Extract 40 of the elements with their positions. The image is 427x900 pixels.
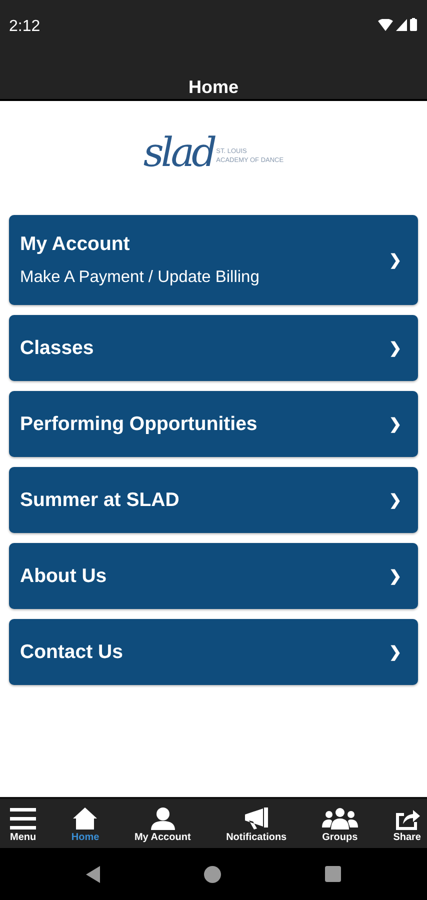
menu-card[interactable]: Contact Us ❯ [9, 619, 418, 685]
card-subtitle: Make A Payment / Update Billing [20, 268, 260, 287]
nav-tab[interactable]: Menu [10, 807, 36, 848]
chevron-icon: ❯ [389, 567, 402, 585]
menu-card[interactable]: My Account Make A Payment / Update Billing ❯ [9, 215, 418, 305]
house-icon [73, 807, 98, 830]
wifi-icon [378, 18, 393, 30]
menu-card[interactable]: Classes ❯ [9, 315, 418, 381]
share-icon [394, 807, 420, 830]
megaphone-icon [244, 807, 268, 830]
chevron-icon: ❯ [389, 415, 402, 433]
chevron-icon: ❯ [389, 643, 402, 661]
group-icon [322, 807, 358, 830]
card-title: Classes [20, 336, 94, 360]
card-title: Performing Opportunities [20, 412, 258, 436]
menu-card[interactable]: Performing Opportunities ❯ [9, 391, 418, 457]
chevron-icon: ❯ [389, 491, 402, 509]
menu-card[interactable]: Summer at SLAD ❯ [9, 467, 418, 533]
menu-icon [10, 807, 36, 830]
card-title: Summer at SLAD [20, 488, 180, 512]
nav-tab[interactable]: Notifications [226, 807, 287, 848]
battery-icon [410, 18, 417, 31]
signal-icon [396, 18, 407, 30]
menu-card[interactable]: About Us ❯ [9, 543, 418, 609]
screen-title: Home [188, 77, 238, 98]
card-title: About Us [20, 564, 107, 588]
card-title: Contact Us [20, 640, 123, 664]
chevron-icon: ❯ [389, 251, 402, 269]
status-time: 2:12 [9, 18, 40, 36]
nav-tab[interactable]: Groups [322, 807, 358, 848]
back-icon [86, 866, 100, 882]
person-icon [150, 807, 175, 830]
home-button-icon [204, 866, 221, 882]
nav-tab[interactable]: My Account [134, 807, 191, 848]
card-title: My Account [20, 233, 131, 256]
logo-script: slad [143, 133, 214, 173]
nav-tab[interactable]: Home [71, 807, 100, 848]
recents-icon [325, 866, 341, 882]
chevron-icon: ❯ [389, 339, 402, 357]
nav-tab[interactable]: Share [393, 807, 421, 848]
